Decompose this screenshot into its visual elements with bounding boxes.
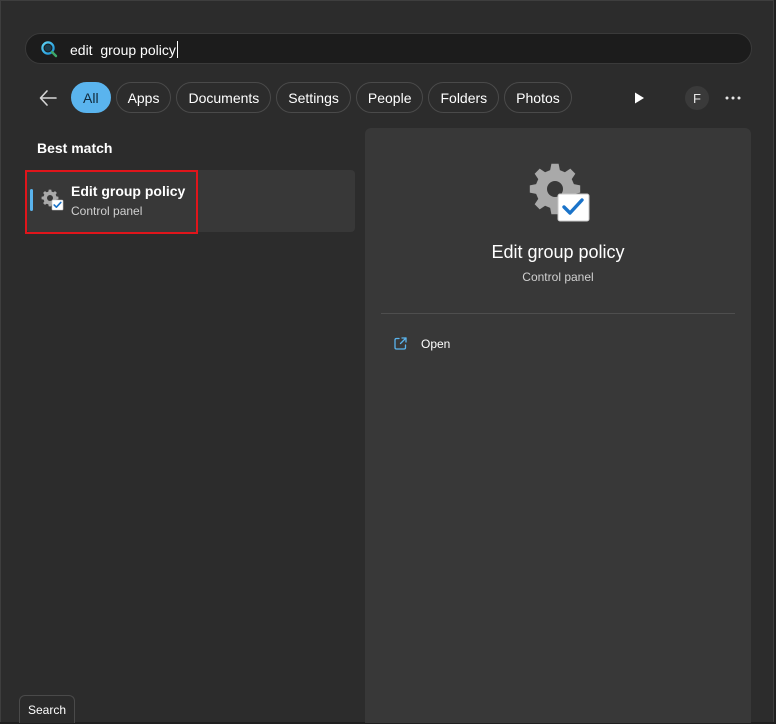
search-box[interactable]: edit group policy [25,33,752,64]
result-title: Edit group policy [71,183,186,199]
play-icon[interactable] [633,91,645,105]
filter-tab-photos[interactable]: Photos [504,82,572,113]
filter-tab-folders[interactable]: Folders [428,82,500,113]
filter-tab-apps[interactable]: Apps [115,82,172,113]
preview-pane: Edit group policy Control panel Open [365,128,751,723]
filter-tab-all[interactable]: All [71,82,111,113]
profile-initial: F [693,90,701,106]
filter-tab-people[interactable]: People [355,82,424,113]
gear-checkbox-icon [529,163,590,222]
text-caret [176,41,178,58]
back-arrow-icon[interactable] [37,87,59,109]
preview-subtitle: Control panel [522,270,594,284]
search-window: edit group policy All Apps Documents Set… [0,0,774,723]
preview-title: Edit group policy [491,242,625,262]
search-input-value: edit group policy [70,42,176,58]
preview-divider [381,313,735,314]
result-subtitle: Control panel [71,204,143,218]
more-options-icon[interactable] [725,96,741,100]
open-action-button[interactable]: Open [381,329,735,359]
open-action-label: Open [421,337,451,351]
selection-indicator [30,189,33,211]
search-icon [41,41,58,58]
filter-tabs: All Apps Documents Settings People Folde… [71,82,572,113]
profile-avatar[interactable]: F [685,86,709,110]
best-match-heading: Best match [37,140,113,156]
filter-tab-documents[interactable]: Documents [176,82,272,113]
search-input[interactable]: edit group policy [70,41,178,58]
search-tooltip: Search [19,695,75,723]
open-external-icon [394,337,407,350]
gear-checkbox-icon [41,189,64,211]
filter-tab-settings[interactable]: Settings [276,82,351,113]
best-match-result[interactable]: Edit group policy Control panel [26,170,355,232]
